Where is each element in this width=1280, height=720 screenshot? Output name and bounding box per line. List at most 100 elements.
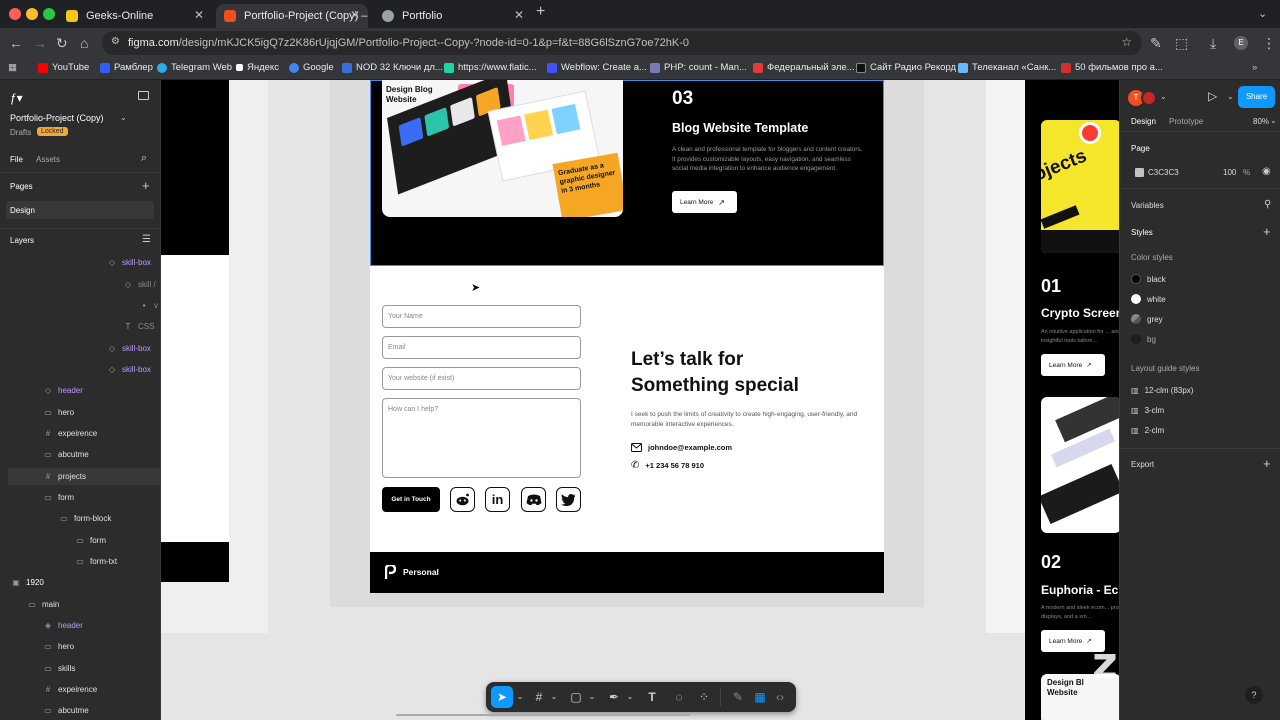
sidebar-toggle-icon[interactable] bbox=[138, 91, 149, 100]
layer-item[interactable]: ▭ form bbox=[42, 493, 74, 502]
layer-item[interactable]: ▪ v bbox=[138, 301, 158, 310]
zoom-level[interactable]: 80% bbox=[1253, 117, 1269, 126]
home-icon[interactable]: ⌂ bbox=[80, 34, 88, 52]
close-tab-icon[interactable]: ✕ bbox=[350, 8, 360, 22]
bookmark-flaticon[interactable]: https://www.flatic... bbox=[444, 62, 537, 73]
browser-tab-geeks[interactable]: Geeks-Online ✕ bbox=[58, 4, 212, 28]
profile-avatar[interactable]: E bbox=[1234, 36, 1248, 50]
layer-item[interactable]: ▭ main bbox=[26, 600, 59, 609]
bookmark-youtube[interactable]: YouTube bbox=[38, 62, 89, 73]
draw-mode-icon[interactable]: ✎ bbox=[730, 689, 746, 705]
bookmark-google[interactable]: Google bbox=[289, 62, 334, 73]
file-menu-chevron-icon[interactable]: ⌄ bbox=[120, 113, 127, 122]
page-opacity-value[interactable]: 100 bbox=[1223, 168, 1236, 177]
layer-item[interactable]: ▭ abcutme bbox=[42, 706, 88, 715]
contact-phone[interactable]: ✆ +1 234 56 78 910 bbox=[631, 460, 704, 471]
bookmark-webflow[interactable]: Webflow: Create a... bbox=[547, 62, 647, 73]
minimize-window-button[interactable] bbox=[26, 8, 38, 20]
tab-prototype[interactable]: Prototype bbox=[1169, 117, 1203, 126]
eye-icon[interactable]: ◉ bbox=[1262, 166, 1271, 177]
bookmark-star-icon[interactable]: ☆ bbox=[1121, 35, 1132, 49]
layers-list-icon[interactable]: ☰ bbox=[142, 234, 151, 245]
color-style-white[interactable]: white bbox=[1131, 294, 1166, 304]
dev-mode-icon[interactable]: ‹› bbox=[772, 689, 788, 705]
email-input[interactable]: Email bbox=[382, 336, 581, 359]
browser-menu-icon[interactable]: ⋮ bbox=[1262, 34, 1276, 52]
layer-item[interactable]: ▭ hero bbox=[42, 642, 74, 651]
shape-tool-chevron-icon[interactable]: ⌄ bbox=[584, 689, 600, 705]
tab-design[interactable]: Design bbox=[1131, 117, 1156, 126]
bookmark-federal[interactable]: Федеральный эле... bbox=[753, 62, 855, 73]
message-textarea[interactable]: How can I help? bbox=[382, 398, 581, 478]
tab-file[interactable]: File bbox=[10, 155, 23, 164]
rectangle-tool-icon[interactable]: ▢ bbox=[568, 689, 584, 705]
add-export-icon[interactable]: + bbox=[1263, 456, 1271, 471]
frame-tool-chevron-icon[interactable]: ⌄ bbox=[546, 689, 562, 705]
layer-item[interactable]: ▭ abcutme bbox=[42, 450, 88, 459]
present-play-icon[interactable]: ▷ bbox=[1208, 89, 1217, 103]
help-icon[interactable]: ? bbox=[1245, 686, 1263, 704]
discord-button[interactable] bbox=[521, 487, 546, 512]
layer-item[interactable]: ▭ form-block bbox=[58, 514, 111, 523]
file-name[interactable]: Portfolio-Project (Copy) bbox=[10, 113, 104, 123]
bookmark-radio-record[interactable]: Сайт Радио Рекорд bbox=[856, 62, 956, 73]
address-bar[interactable]: ⚙ figma.com/design/mKJCK5igQ7z2K86rUjqjG… bbox=[102, 31, 1142, 55]
get-in-touch-button[interactable]: Get in Touch bbox=[382, 487, 440, 512]
share-button[interactable]: Share bbox=[1238, 86, 1275, 108]
comment-tool-icon[interactable]: ◌ bbox=[671, 689, 687, 705]
maximize-window-button[interactable] bbox=[43, 8, 55, 20]
layer-item[interactable]: ◇ header bbox=[42, 386, 83, 395]
browser-tab-portfolio[interactable]: Portfolio ✕ bbox=[374, 4, 532, 28]
zoom-chevron-icon[interactable]: ⌄ bbox=[1270, 116, 1277, 125]
variables-settings-icon[interactable]: ⚲ bbox=[1264, 199, 1271, 210]
layer-item[interactable]: ▣ 1920 bbox=[10, 578, 44, 587]
bookmark-nod32[interactable]: NOD 32 Ключи дл... bbox=[342, 62, 443, 73]
name-input[interactable]: Your Name bbox=[382, 305, 581, 328]
layer-item[interactable]: ◇ skill-box bbox=[106, 365, 151, 374]
collaborator-avatar[interactable] bbox=[1141, 90, 1157, 106]
pen-tool-chevron-icon[interactable]: ⌄ bbox=[622, 689, 638, 705]
pen-tool-icon[interactable]: ✒ bbox=[606, 689, 622, 705]
page-color-swatch[interactable] bbox=[1135, 168, 1144, 177]
text-tool-icon[interactable]: T bbox=[644, 689, 660, 705]
site-settings-icon[interactable]: ⚙ bbox=[111, 36, 120, 47]
linkedin-button[interactable]: in bbox=[485, 487, 510, 512]
move-tool-icon[interactable]: ➤ bbox=[491, 686, 513, 708]
add-page-icon[interactable]: + bbox=[142, 178, 150, 193]
variables-label[interactable]: Variables bbox=[1131, 201, 1164, 210]
layer-item[interactable]: ◇ skill-box bbox=[106, 258, 151, 267]
guide-style-12-clm[interactable]: ▥ 12-clm (83px) bbox=[1131, 386, 1193, 395]
layer-item[interactable]: T CSS bbox=[122, 322, 155, 331]
horizontal-scrollbar[interactable] bbox=[396, 714, 690, 716]
search-icon[interactable]: ⌕ bbox=[141, 152, 147, 165]
layer-item[interactable]: ◈ header bbox=[42, 621, 83, 630]
tab-search-icon[interactable]: ⌄ bbox=[1258, 5, 1267, 23]
twitter-button[interactable] bbox=[556, 487, 581, 512]
preview-learn-more-1[interactable]: Learn More ↗ bbox=[1041, 354, 1105, 376]
guide-style-2-clm[interactable]: ▥ 2-clm bbox=[1131, 426, 1164, 435]
frame-tool-icon[interactable]: # bbox=[531, 689, 547, 705]
close-window-button[interactable] bbox=[9, 8, 21, 20]
bookmark-yandex[interactable]: Яндекс bbox=[236, 62, 279, 73]
more-bookmarks-icon[interactable]: » bbox=[1252, 62, 1257, 73]
layer-item[interactable]: # expeirence bbox=[42, 429, 97, 438]
bookmark-films[interactable]: 50 фильмов про а... bbox=[1061, 62, 1163, 73]
new-tab-icon[interactable]: + bbox=[536, 3, 545, 21]
layer-item-projects[interactable]: # projects bbox=[42, 472, 86, 481]
bookmark-rambler[interactable]: Рамблер bbox=[100, 62, 153, 73]
close-tab-icon[interactable]: ✕ bbox=[194, 8, 204, 22]
close-tab-icon[interactable]: ✕ bbox=[514, 8, 524, 22]
design-mode-icon[interactable]: ▦ bbox=[752, 689, 768, 705]
actions-tool-icon[interactable]: ⁘ bbox=[696, 689, 712, 705]
browser-tab-figma[interactable]: Portfolio-Project (Copy) – Fig ✕ bbox=[216, 4, 368, 28]
forward-icon[interactable]: → bbox=[33, 34, 47, 52]
color-style-grey[interactable]: grey bbox=[1131, 314, 1163, 324]
layer-item[interactable]: # expeirence bbox=[42, 685, 97, 694]
contact-email[interactable]: johndoe@example.com bbox=[631, 443, 732, 452]
bookmark-tv[interactable]: Телеканал «Санк... bbox=[958, 62, 1056, 73]
layer-item[interactable]: ▭ form bbox=[74, 536, 106, 545]
learn-more-button[interactable]: Learn More ↗ bbox=[672, 191, 737, 213]
bookmark-telegram[interactable]: Telegram Web bbox=[157, 62, 232, 73]
website-input[interactable]: Your website (if exist) bbox=[382, 367, 581, 390]
pen-extension-icon[interactable]: ✎ bbox=[1150, 34, 1162, 52]
